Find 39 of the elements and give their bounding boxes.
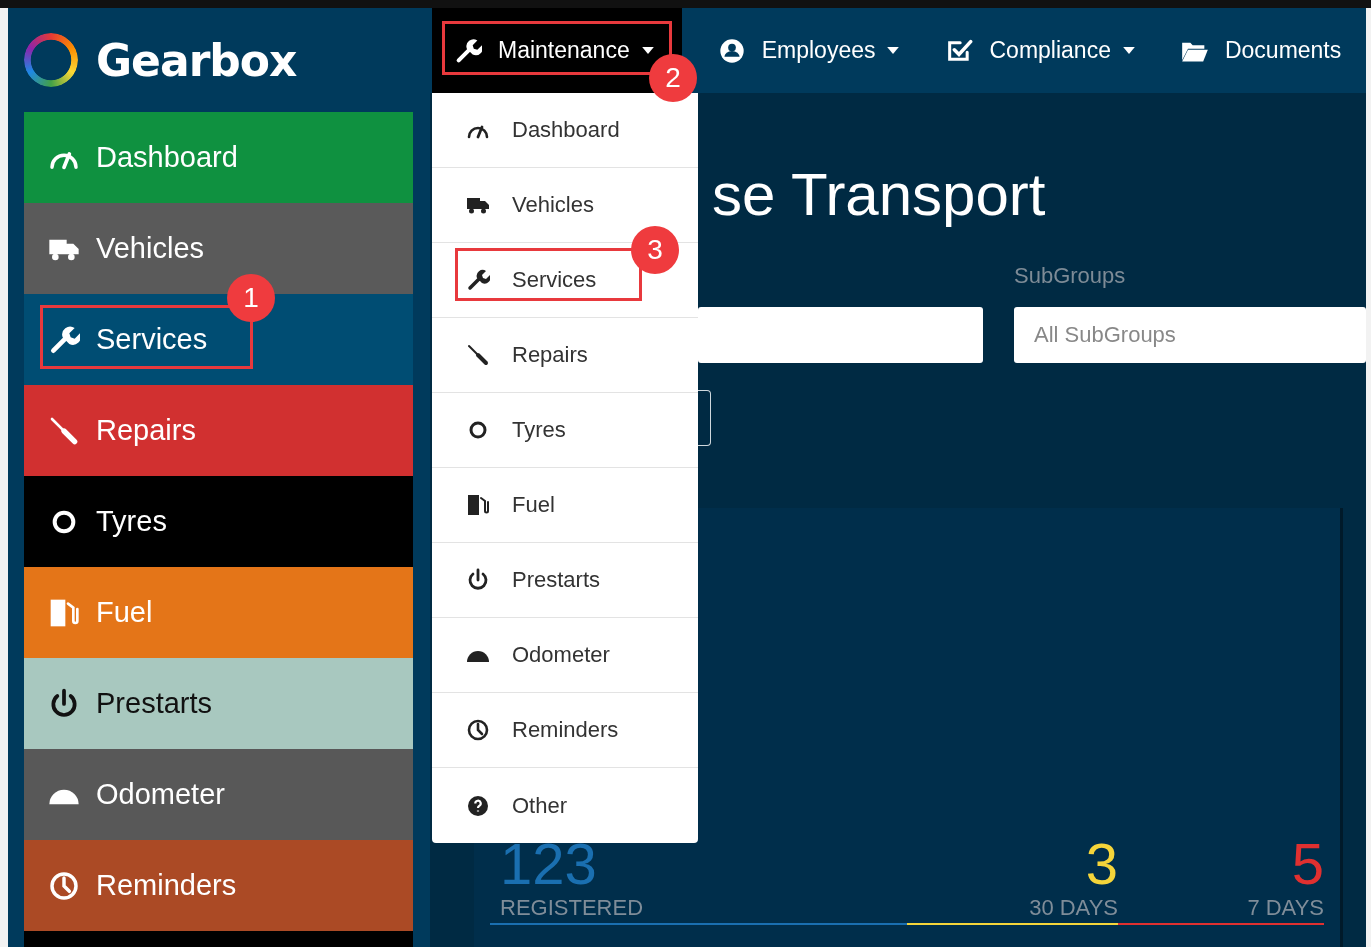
clock-icon: [466, 718, 490, 742]
nav-menu[interactable]: Employees: [695, 8, 924, 93]
stat-label: 30 DAYS: [1029, 895, 1118, 921]
subgroups-field[interactable]: All SubGroups: [1014, 307, 1366, 363]
select-field[interactable]: [698, 307, 983, 363]
sidebar-item[interactable]: Reminders: [24, 840, 413, 931]
sidebar-item[interactable]: Dashboard: [24, 112, 413, 203]
menu-item[interactable]: Reminders: [432, 693, 698, 768]
wrench-icon: [466, 268, 490, 292]
caret-icon: [641, 47, 654, 54]
power-icon: [466, 568, 490, 592]
nav-menu[interactable]: Compliance: [923, 8, 1159, 93]
brand-name: Gearbox: [96, 34, 297, 86]
menu-item[interactable]: Dashboard: [432, 93, 698, 168]
screwdriver-icon: [466, 343, 490, 367]
sidebar-item[interactable]: Odometer: [24, 749, 413, 840]
menu-item[interactable]: Fuel: [432, 468, 698, 543]
stat-label: 7 DAYS: [1247, 895, 1324, 921]
field-label: SubGroups: [1014, 263, 1127, 289]
clock-icon: [48, 869, 80, 902]
nav-menu[interactable]: Documents: [1158, 8, 1366, 93]
sidebar-item[interactable]: Tyres: [24, 476, 413, 567]
menu-item[interactable]: Tyres: [432, 393, 698, 468]
stat-value: 3: [1085, 833, 1118, 895]
caret-icon: [887, 47, 900, 54]
page-title: se Transport: [712, 160, 1046, 230]
menu-item[interactable]: Prestarts: [432, 543, 698, 618]
logo-icon: [24, 33, 78, 87]
help-icon: [466, 793, 490, 818]
user-icon: [717, 36, 746, 65]
caret-icon: [1122, 47, 1135, 54]
menu-item[interactable]: Repairs: [432, 318, 698, 393]
menu-item[interactable]: Odometer: [432, 618, 698, 693]
sidebar-item[interactable]: Prestarts: [24, 658, 413, 749]
stat-label: REGISTERED: [500, 895, 644, 921]
fuel-pump-icon: [466, 493, 490, 517]
wrench-icon: [454, 36, 482, 65]
stat-value: 5: [1291, 833, 1324, 895]
sidebar-item[interactable]: Repairs: [24, 385, 413, 476]
